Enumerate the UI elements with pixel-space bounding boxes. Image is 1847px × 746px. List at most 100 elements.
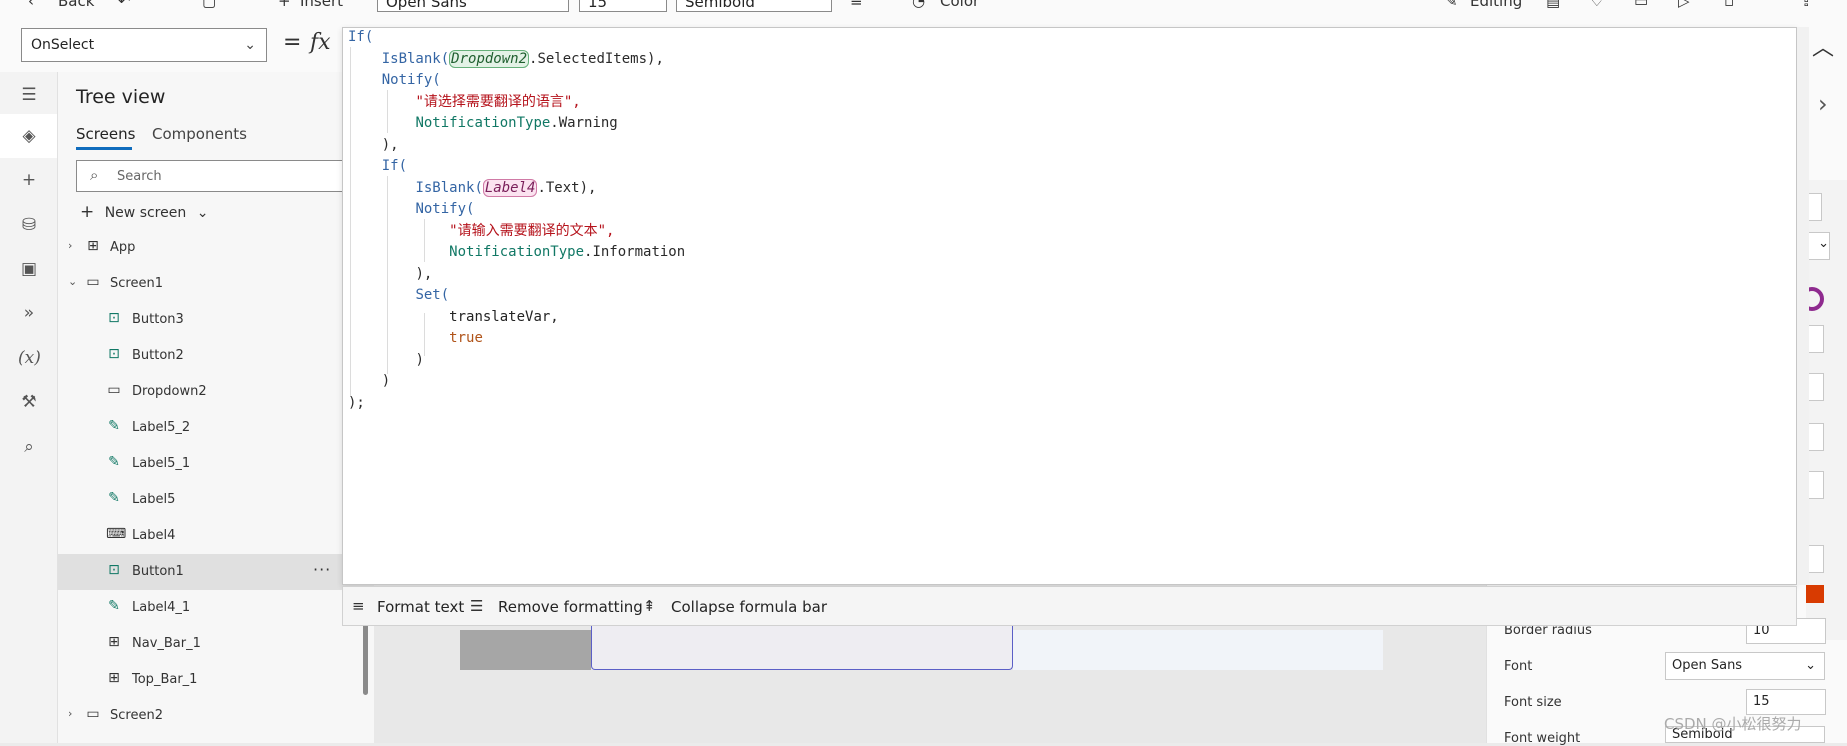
data-icon[interactable]: ⛁ — [18, 214, 40, 236]
tree-item-dropdown2[interactable]: ▭ Dropdown2 — [58, 374, 374, 410]
tree-item-label: Label5_1 — [132, 456, 191, 471]
chevron-right-icon[interactable]: › — [68, 707, 72, 720]
chevron-right-icon[interactable]: › — [68, 239, 72, 252]
new-screen-button[interactable]: + New screen ⌄ — [80, 202, 208, 222]
tree-item-screen2[interactable]: › ▭ Screen2 — [58, 698, 374, 734]
code-token: .Text), — [537, 179, 597, 196]
variables-icon[interactable]: (x) — [18, 347, 41, 369]
property-select[interactable]: ⌄ — [1806, 232, 1830, 260]
layers-icon[interactable]: ◈ — [18, 125, 40, 147]
isblank-keyword: IsBlank( — [415, 179, 483, 196]
chevron-down-icon: ⌄ — [1805, 658, 1816, 673]
selected-button1-control[interactable] — [591, 625, 1013, 670]
collapse-formula-bar-icon: ⇞ — [643, 597, 656, 615]
search-rail-icon[interactable]: ⌕ — [18, 436, 40, 458]
format-text-button[interactable]: Format text — [377, 598, 464, 616]
align-icon[interactable]: ≡ — [850, 0, 863, 10]
property-dropdown[interactable]: OnSelect ⌄ — [21, 28, 267, 62]
share-icon[interactable]: ▤ — [1546, 0, 1560, 10]
chevron-up-icon[interactable]: ︿ — [1812, 30, 1834, 62]
insert-plus-icon[interactable]: + — [18, 169, 40, 191]
collapse-formula-bar-button[interactable]: Collapse formula bar — [671, 598, 827, 616]
hamburger-icon[interactable]: ☰ — [18, 84, 40, 106]
chevron-down-icon: ⌄ — [196, 205, 209, 221]
font-size-label: Font size — [1504, 695, 1562, 710]
fx-icon[interactable]: fx — [310, 30, 331, 55]
more-options-icon[interactable]: ··· — [313, 560, 331, 579]
tree-view-title: Tree view — [76, 86, 166, 108]
media-icon[interactable]: ▣ — [18, 258, 40, 280]
tree-item-button2[interactable]: ⊡ Button2 — [58, 338, 374, 374]
code-token: ) — [415, 351, 424, 368]
back-button[interactable]: Back — [58, 0, 94, 10]
chevron-down-icon: ⌄ — [1818, 236, 1829, 251]
tree-item-label: Screen1 — [110, 276, 163, 291]
code-token: ), — [415, 265, 433, 282]
paste-icon[interactable]: ▢ — [202, 0, 216, 10]
publish-icon[interactable]: ⇪ — [1800, 0, 1813, 10]
notify-keyword: Notify( — [381, 72, 441, 88]
save-icon[interactable]: ▫ — [1724, 0, 1734, 10]
format-text-icon: ≡ — [352, 597, 365, 615]
font-label: Font — [1504, 659, 1533, 674]
tree-item-label: Label5 — [132, 492, 176, 507]
tree-item-nav-bar-1[interactable]: ⊞ Nav_Bar_1 — [58, 626, 374, 662]
font-family-select[interactable]: Open Sans — [377, 0, 569, 12]
tree-item-label: Top_Bar_1 — [132, 672, 198, 687]
left-rail: ☰ ◈ + ⛁ ▣ » (x) ⚒ ⌕ — [0, 72, 58, 743]
tree-item-label5-1[interactable]: ✎ Label5_1 — [58, 446, 374, 482]
app-icon: ⊞ — [87, 238, 99, 254]
top-toolbar: ‹ Back ↶ ▢ + Insert Open Sans 15 Semibol… — [0, 0, 1847, 23]
canvas-light-block — [1013, 630, 1383, 670]
chevron-down-icon[interactable]: ⌄ — [68, 275, 77, 288]
if-keyword: If( — [381, 158, 408, 174]
tree-item-label5[interactable]: ✎ Label5 — [58, 482, 374, 518]
tools-icon[interactable]: ⚒ — [18, 391, 40, 413]
tree-item-top-bar-1[interactable]: ⊞ Top_Bar_1 — [58, 662, 374, 698]
label-icon: ✎ — [108, 418, 120, 434]
screen-icon: ▭ — [86, 274, 100, 290]
canvas-gray-block — [460, 630, 591, 670]
formula-code[interactable]: If( IsBlank(Dropdown2 .SelectedItems), No… — [348, 27, 685, 414]
code-token: .SelectedItems), — [529, 50, 664, 67]
back-icon[interactable]: ‹ — [28, 0, 34, 10]
font-weight-select[interactable]: Semibold — [676, 0, 832, 12]
tree-item-label: Label4 — [132, 528, 176, 543]
tree-item-button1[interactable]: ⊡ Button1 ··· — [58, 554, 374, 590]
font-size-input[interactable]: 15 — [1746, 689, 1826, 715]
tree-item-label4-1[interactable]: ✎ Label4_1 — [58, 590, 374, 626]
power-automate-icon[interactable]: » — [18, 302, 40, 324]
watermark: CSDN @小松很努力 — [1664, 715, 1802, 733]
tab-screens[interactable]: Screens — [76, 125, 135, 143]
add-icon[interactable]: + — [278, 0, 291, 10]
undo-icon[interactable]: ↶ — [118, 0, 131, 10]
font-select[interactable]: Open Sans ⌄ — [1665, 652, 1825, 680]
tree-item-label5-2[interactable]: ✎ Label5_2 — [58, 410, 374, 446]
tab-components[interactable]: Components — [152, 125, 247, 143]
color-button[interactable]: Color — [940, 0, 979, 10]
play-icon[interactable]: ▷ — [1678, 0, 1690, 10]
tree-item-button3[interactable]: ⊡ Button3 — [58, 302, 374, 338]
enum-name: NotificationType — [415, 115, 551, 131]
comment-icon[interactable]: ▭ — [1634, 0, 1648, 10]
code-token: ), — [381, 136, 399, 153]
tree-item-screen1[interactable]: ⌄ ▭ Screen1 — [58, 266, 374, 302]
plus-icon: + — [80, 202, 95, 222]
remove-formatting-button[interactable]: Remove formatting — [498, 598, 643, 616]
tree-item-label: App — [110, 240, 136, 255]
health-icon[interactable]: ♡ — [1590, 0, 1603, 10]
label4-reference: Label4 — [482, 178, 538, 197]
chevron-right-icon[interactable]: › — [1818, 90, 1828, 118]
insert-button[interactable]: Insert — [300, 0, 343, 10]
equals-sign: = — [283, 30, 302, 55]
button-icon: ⊡ — [108, 562, 120, 578]
color-icon[interactable]: ◔ — [912, 0, 925, 10]
accent-color-swatch[interactable] — [1806, 585, 1824, 603]
editor-scrollbar[interactable] — [1797, 27, 1809, 585]
tree-item-app[interactable]: › ⊞ App — [58, 230, 374, 266]
search-placeholder: Search — [117, 169, 162, 184]
button-icon: ⊡ — [108, 346, 120, 362]
variable-name: translateVar, — [449, 308, 559, 325]
tree-item-label4[interactable]: ⌨ Label4 — [58, 518, 374, 554]
font-size-select[interactable]: 15 — [579, 0, 667, 12]
